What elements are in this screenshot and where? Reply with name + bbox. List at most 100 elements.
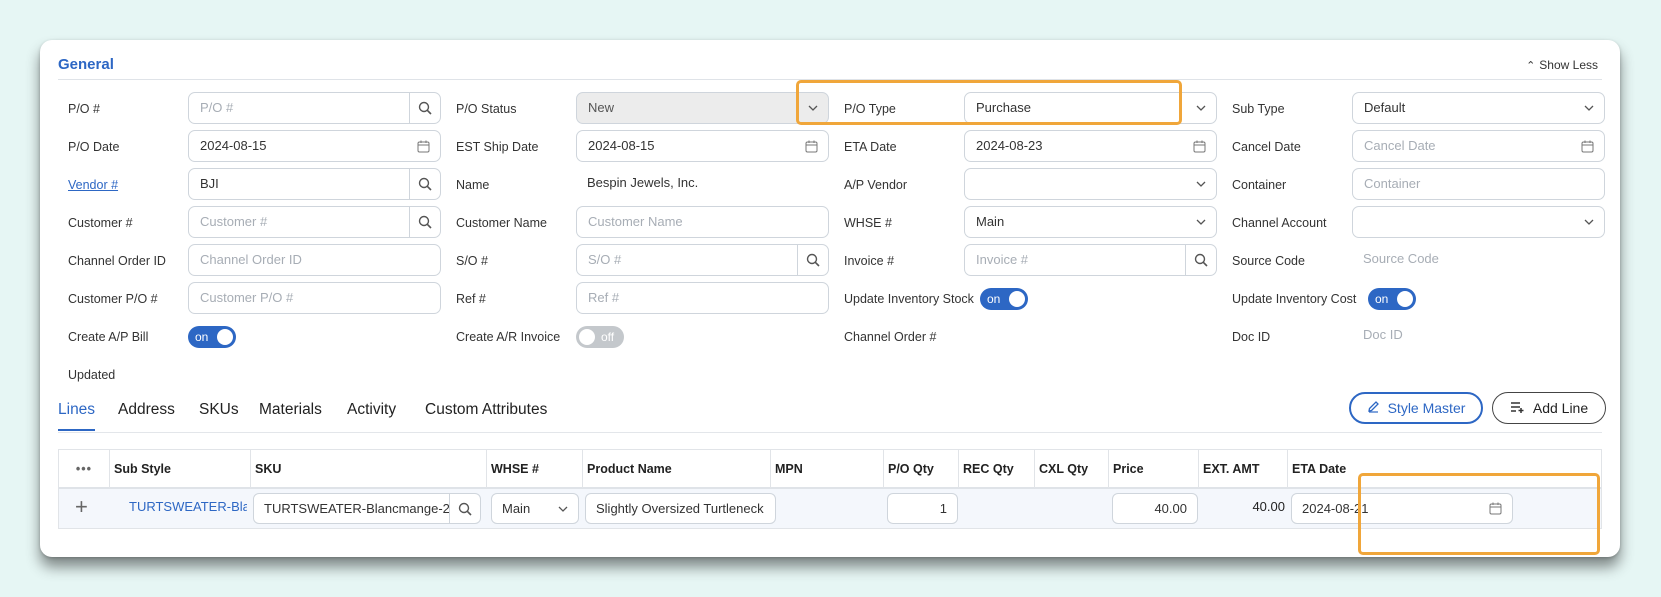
header-sku: SKU (250, 450, 486, 488)
add-list-icon (1510, 400, 1525, 416)
vendor-input[interactable]: BJI (188, 168, 441, 200)
tab-lines[interactable]: Lines (58, 401, 96, 431)
eta-date-label: ETA Date (844, 140, 897, 154)
customer-po-row: Customer P/O # Customer P/O # (58, 282, 446, 320)
create-ar-invoice-row: Create A/R Invoice off (446, 320, 834, 358)
vendor-link[interactable]: Vendor # (68, 178, 118, 192)
header-price: Price (1108, 450, 1198, 488)
tab-address[interactable]: Address (118, 401, 175, 419)
po-date-row: P/O Date 2024-08-15 (58, 130, 446, 168)
whse-label: WHSE # (844, 216, 892, 230)
source-code-value: Source Code (1363, 251, 1439, 266)
header-whse: WHSE # (486, 450, 582, 488)
create-ap-bill-label: Create A/P Bill (68, 330, 149, 344)
table-row: + TURTSWEATER-Blan TURTSWEATER-Blancmang… (58, 489, 1602, 529)
sub-style-link[interactable]: TURTSWEATER-Blan (129, 499, 247, 514)
sub-type-select[interactable]: Default (1352, 92, 1605, 124)
est-ship-date-value: 2024-08-15 (588, 138, 655, 153)
chevron-down-icon (558, 494, 568, 523)
search-icon[interactable] (409, 207, 440, 237)
ref-number-label: Ref # (456, 292, 486, 306)
calendar-icon[interactable] (1489, 494, 1502, 523)
customer-row: Customer # Customer # (58, 206, 446, 244)
ap-vendor-select[interactable] (964, 168, 1217, 200)
est-ship-date-row: EST Ship Date 2024-08-15 (446, 130, 834, 168)
po-qty-input[interactable]: 1 (887, 493, 958, 524)
po-number-label: P/O # (68, 102, 100, 116)
header-eta-date: ETA Date (1287, 450, 1601, 488)
update-inventory-cost-row: Update Inventory Cost on (1222, 282, 1610, 320)
tab-materials[interactable]: Materials (259, 401, 322, 419)
header-sub-style: Sub Style (109, 450, 250, 488)
add-line-button[interactable]: Add Line (1492, 392, 1606, 424)
sub-type-value: Default (1364, 100, 1406, 115)
po-type-label: P/O Type (844, 102, 896, 116)
calendar-icon[interactable] (417, 131, 430, 161)
general-column-3: P/O Type Purchase ETA Date 2024-08-23 A/… (834, 92, 1222, 358)
customer-input[interactable]: Customer # (188, 206, 441, 238)
whse-row: WHSE # Main (834, 206, 1222, 244)
price-input[interactable]: 40.00 (1112, 493, 1198, 524)
header-po-qty: P/O Qty (883, 450, 958, 488)
calendar-icon[interactable] (1581, 131, 1594, 161)
est-ship-date-input[interactable]: 2024-08-15 (576, 130, 829, 162)
update-inventory-stock-label: Update Inventory Stock (844, 292, 974, 306)
ext-amt-value: 40.00 (1252, 499, 1285, 514)
ref-number-input[interactable]: Ref # (576, 282, 829, 314)
search-icon[interactable] (449, 494, 480, 523)
create-ap-bill-toggle[interactable]: on (188, 326, 236, 348)
section-title: General (58, 56, 114, 73)
pencil-icon (1367, 400, 1380, 416)
search-icon[interactable] (409, 169, 440, 199)
tab-activity[interactable]: Activity (347, 401, 396, 419)
channel-account-select[interactable] (1352, 206, 1605, 238)
channel-order-id-input[interactable]: Channel Order ID (188, 244, 441, 276)
create-ar-invoice-toggle[interactable]: off (576, 326, 624, 348)
update-inventory-stock-row: Update Inventory Stock on (834, 282, 1222, 320)
po-type-row: P/O Type Purchase (834, 92, 1222, 130)
customer-placeholder: Customer # (200, 214, 268, 229)
customer-name-input[interactable]: Customer Name (576, 206, 829, 238)
create-ap-bill-row: Create A/P Bill on (58, 320, 446, 358)
search-icon[interactable] (1185, 245, 1216, 275)
table-header: ••• Sub Style SKU WHSE # Product Name MP… (58, 449, 1602, 489)
po-type-select[interactable]: Purchase (964, 92, 1217, 124)
po-date-input[interactable]: 2024-08-15 (188, 130, 441, 162)
eta-date-input[interactable]: 2024-08-23 (964, 130, 1217, 162)
row-actions-icon[interactable]: ••• (59, 450, 109, 488)
style-master-button[interactable]: Style Master (1349, 392, 1483, 424)
line-eta-date-input[interactable]: 2024-08-21 (1291, 493, 1513, 524)
search-icon[interactable] (409, 93, 440, 123)
invoice-input[interactable]: Invoice # (964, 244, 1217, 276)
line-whse-select[interactable]: Main (491, 493, 579, 524)
header-cxl-qty: CXL Qty (1034, 450, 1108, 488)
vendor-value: BJI (200, 176, 219, 191)
update-inventory-cost-toggle[interactable]: on (1368, 288, 1416, 310)
product-name-input[interactable]: Slightly Oversized Turtleneck (585, 493, 776, 524)
cancel-date-input[interactable]: Cancel Date (1352, 130, 1605, 162)
po-number-input[interactable]: P/O # (188, 92, 441, 124)
ap-vendor-row: A/P Vendor (834, 168, 1222, 206)
calendar-icon[interactable] (805, 131, 818, 161)
general-section-header: General ⌃ Show Less (58, 54, 1602, 80)
sku-input[interactable]: TURTSWEATER-Blancmange-2 (253, 493, 481, 524)
expand-plus-icon[interactable]: + (75, 494, 88, 520)
container-input[interactable]: Container (1352, 168, 1605, 200)
search-icon[interactable] (797, 245, 828, 275)
show-less-toggle[interactable]: ⌃ Show Less (1526, 58, 1598, 72)
calendar-icon[interactable] (1193, 131, 1206, 161)
customer-po-input[interactable]: Customer P/O # (188, 282, 441, 314)
tab-custom-attributes[interactable]: Custom Attributes (425, 401, 547, 419)
cancel-date-row: Cancel Date Cancel Date (1222, 130, 1610, 168)
so-number-input[interactable]: S/O # (576, 244, 829, 276)
general-column-4: Sub Type Default Cancel Date Cancel Date… (1222, 92, 1610, 358)
po-number-row: P/O # P/O # (58, 92, 446, 130)
chevron-down-icon (1584, 93, 1594, 123)
tab-skus[interactable]: SKUs (199, 401, 239, 419)
po-status-select[interactable]: New (576, 92, 829, 124)
po-date-value: 2024-08-15 (200, 138, 267, 153)
customer-name-label: Customer Name (456, 216, 547, 230)
channel-order-id-label: Channel Order ID (68, 254, 166, 268)
update-inventory-stock-toggle[interactable]: on (980, 288, 1028, 310)
whse-select[interactable]: Main (964, 206, 1217, 238)
